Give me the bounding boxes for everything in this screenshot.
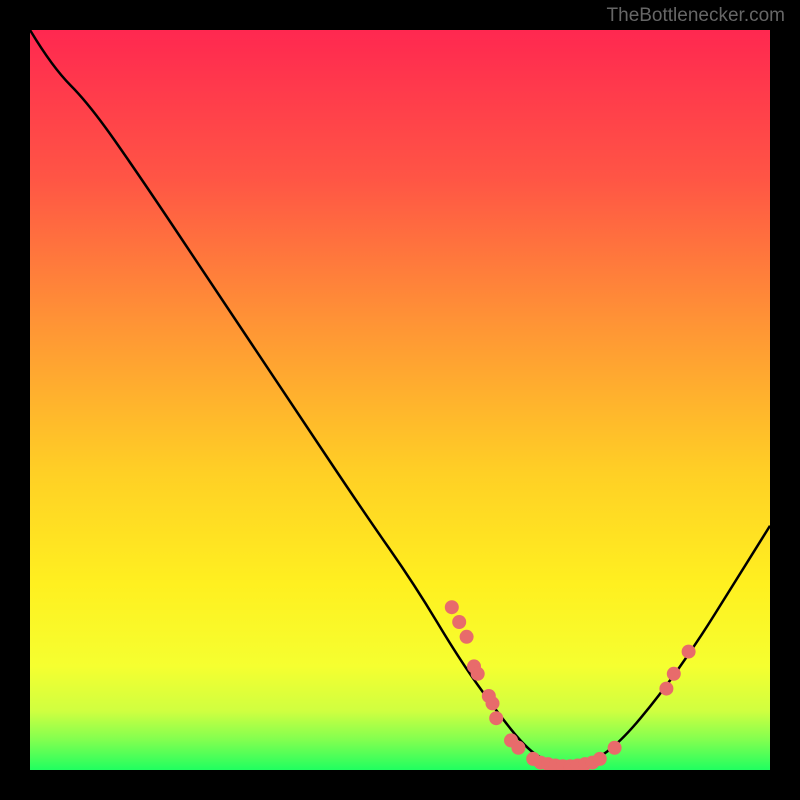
bottleneck-curve-line <box>30 30 770 765</box>
scatter-point <box>471 667 485 681</box>
scatter-points-group <box>445 600 696 770</box>
plot-area <box>30 30 770 770</box>
scatter-point <box>593 752 607 766</box>
scatter-point <box>667 667 681 681</box>
scatter-point <box>682 645 696 659</box>
scatter-point <box>608 741 622 755</box>
watermark-text: TheBottlenecker.com <box>607 5 785 27</box>
scatter-point <box>659 682 673 696</box>
chart-curve <box>30 30 770 770</box>
scatter-point <box>460 630 474 644</box>
scatter-point <box>445 600 459 614</box>
scatter-point <box>452 615 466 629</box>
scatter-point <box>489 711 503 725</box>
scatter-point <box>511 741 525 755</box>
scatter-point <box>486 696 500 710</box>
